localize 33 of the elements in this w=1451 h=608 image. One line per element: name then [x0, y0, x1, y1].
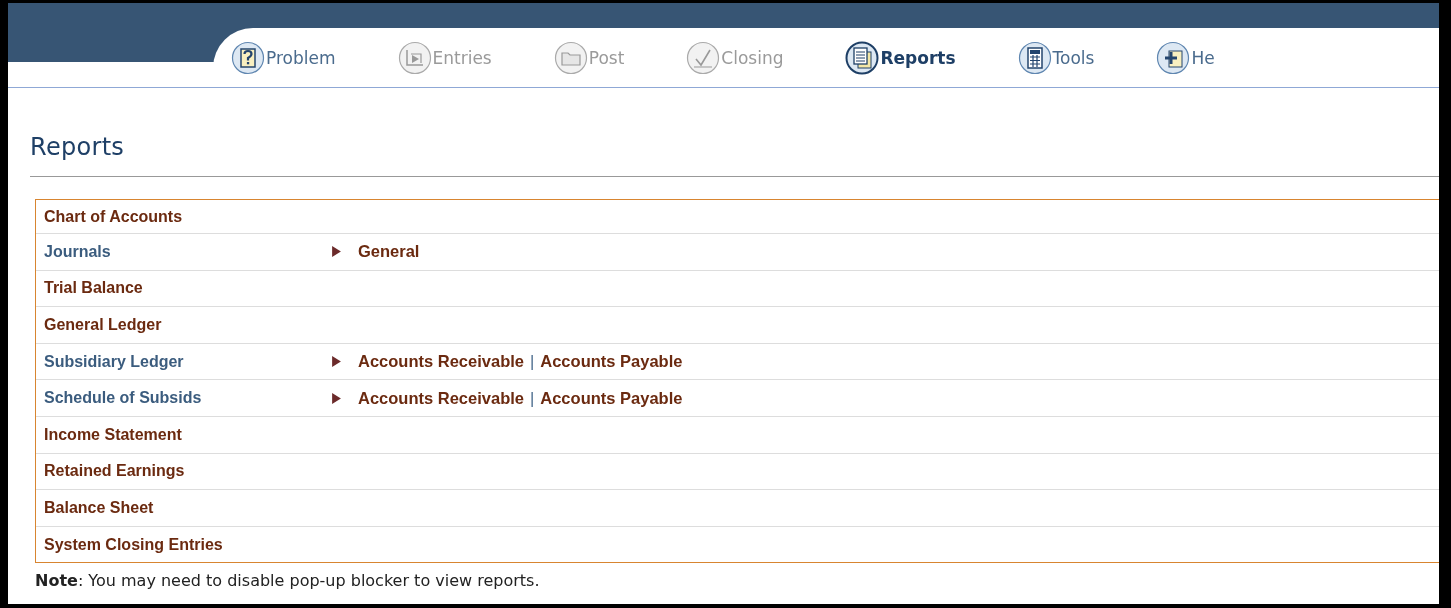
- report-link[interactable]: Balance Sheet: [44, 498, 332, 517]
- note-text: Note: You may need to disable pop-up blocker to view reports.: [35, 571, 541, 591]
- report-link[interactable]: General Ledger: [44, 316, 332, 334]
- calculator-icon: [1017, 40, 1052, 75]
- triangle-icon: [332, 356, 341, 368]
- help-icon: [231, 40, 265, 75]
- triangle-icon: [332, 246, 341, 258]
- folder-icon: [553, 40, 588, 75]
- triangle-icon: [332, 392, 341, 404]
- report-group-label: Journals: [44, 242, 112, 261]
- report-link[interactable]: Chart of Accounts: [44, 207, 332, 226]
- nav-tab[interactable]: Problem: [231, 40, 336, 75]
- page-title: Reports: [30, 132, 126, 163]
- checkmark-icon: [686, 40, 721, 75]
- nav-tab[interactable]: Tools: [1017, 40, 1095, 75]
- plus-icon: [1156, 40, 1191, 75]
- report-link[interactable]: Accounts Payable: [540, 388, 683, 408]
- report-link[interactable]: Accounts Receivable: [358, 352, 524, 372]
- report-link[interactable]: Accounts Payable: [540, 352, 683, 372]
- document-icon: [845, 40, 880, 75]
- report-link[interactable]: General: [358, 242, 420, 262]
- report-link[interactable]: Retained Earnings: [44, 462, 332, 481]
- report-link[interactable]: Trial Balance: [44, 279, 332, 298]
- report-link[interactable]: Accounts Receivable: [358, 388, 524, 408]
- nav-tab[interactable]: He: [1156, 40, 1215, 75]
- report-link[interactable]: Income Statement: [44, 425, 332, 444]
- separator: |: [530, 388, 535, 408]
- report-link[interactable]: System Closing Entries: [44, 535, 332, 554]
- nav-tab[interactable]: Reports: [845, 40, 956, 75]
- arrow-box-icon: [397, 40, 432, 75]
- report-group-label: Schedule of Subsids: [44, 389, 203, 408]
- separator: |: [530, 352, 535, 372]
- report-group-label: Subsidiary Ledger: [44, 352, 185, 371]
